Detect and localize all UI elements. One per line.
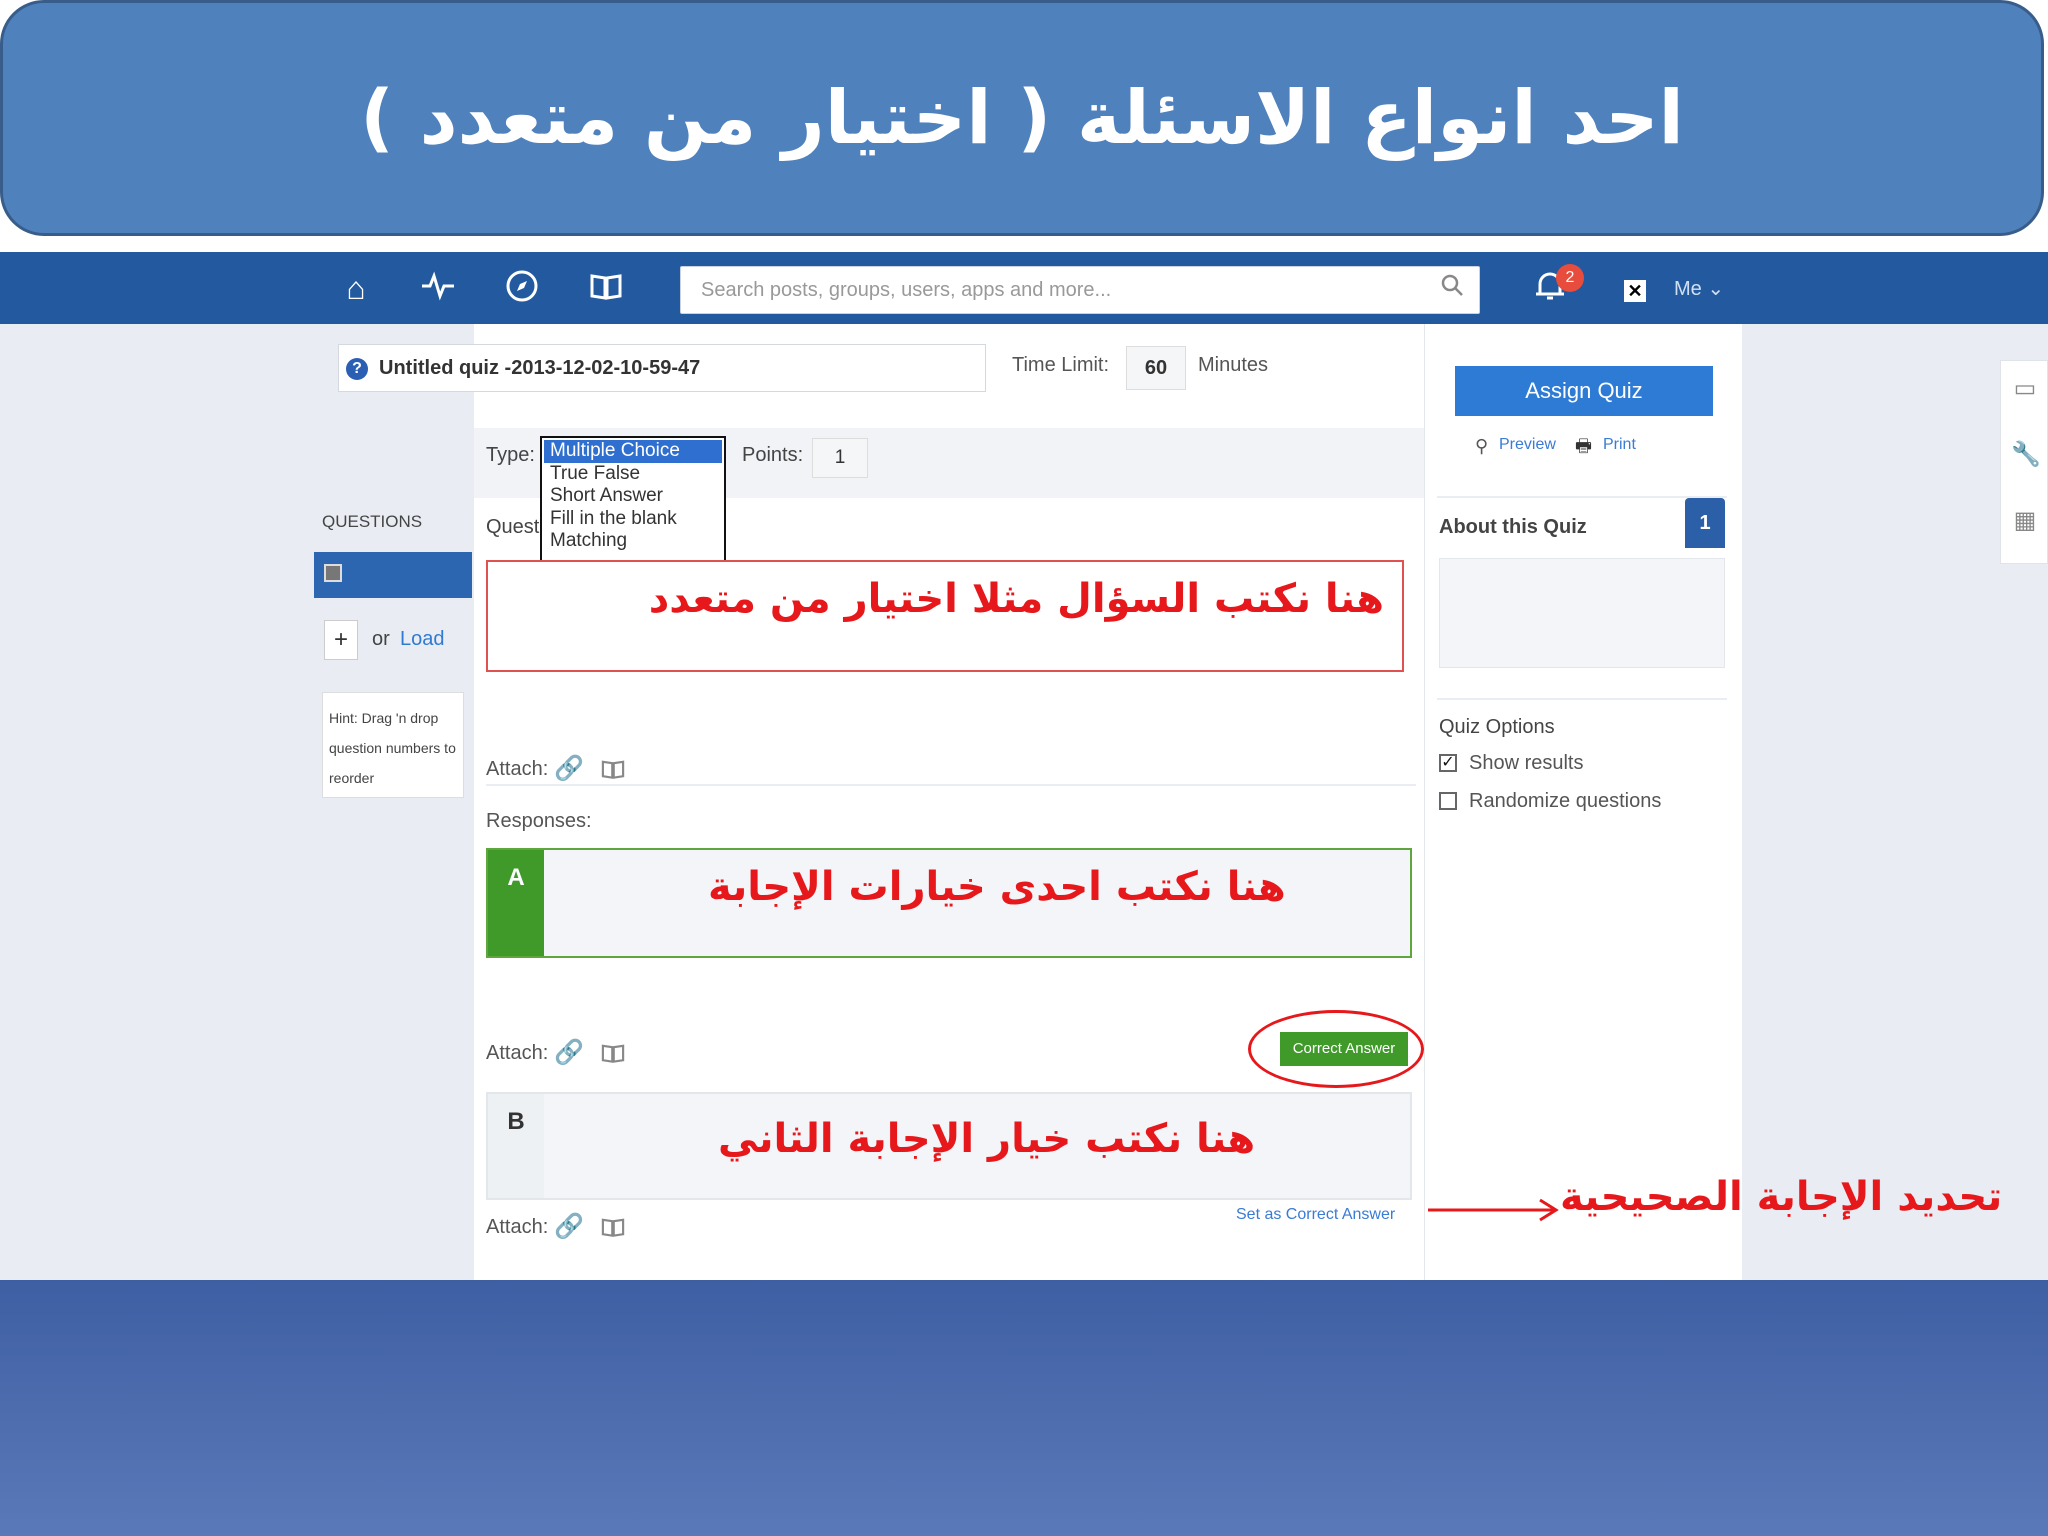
attach-label: Attach: — [486, 1216, 549, 1238]
or-text: or — [372, 628, 390, 650]
divider — [1437, 698, 1727, 700]
show-results-checkbox[interactable]: ✓ — [1439, 754, 1457, 772]
about-quiz-badge: 1 — [1685, 498, 1725, 548]
link-icon[interactable]: 🔗 — [554, 754, 584, 783]
link-icon[interactable]: 🔗 — [554, 1038, 584, 1067]
response-a-annotation: هنا نكتب احدى خيارات الإجابة — [708, 864, 1286, 910]
type-option[interactable]: Short Answer — [550, 485, 716, 508]
store-icon[interactable]: ▭ — [2011, 375, 2039, 403]
reorder-hint: Hint: Drag 'n drop question numbers to r… — [322, 692, 464, 798]
apps-grid-icon[interactable]: ▦ — [2011, 507, 2039, 535]
quiz-title-input[interactable]: Untitled quiz -2013-12-02-10-59-47 — [338, 344, 986, 392]
wrench-icon[interactable]: 🔧 — [2011, 441, 2041, 469]
quiz-options-label: Quiz Options — [1439, 716, 1555, 738]
search-icon[interactable] — [1424, 266, 1480, 314]
activity-icon[interactable] — [418, 268, 458, 308]
me-menu[interactable]: Me ⌄ — [1674, 276, 1724, 301]
top-nav-bar: ⌂ Search posts, groups, users, apps and … — [0, 252, 2048, 324]
add-question-button[interactable]: + — [324, 620, 358, 660]
divider — [486, 784, 1416, 786]
about-quiz-label: About this Quiz — [1439, 516, 1587, 538]
time-limit-label: Time Limit: — [1012, 354, 1110, 376]
response-a-box[interactable]: A هنا نكتب احدى خيارات الإجابة — [486, 848, 1412, 958]
print-link[interactable]: Print — [1603, 436, 1636, 454]
assign-quiz-button[interactable]: Assign Quiz — [1455, 366, 1713, 416]
question-checkbox[interactable] — [324, 564, 342, 582]
response-a-letter: A — [488, 850, 544, 956]
quiz-icon: ? — [346, 358, 368, 380]
question-list-item[interactable] — [314, 552, 472, 598]
preview-link[interactable]: Preview — [1499, 436, 1556, 454]
search-input[interactable]: Search posts, groups, users, apps and mo… — [680, 266, 1480, 314]
show-results-label: Show results — [1469, 752, 1584, 774]
home-icon[interactable]: ⌂ — [336, 268, 376, 308]
link-icon[interactable]: 🔗 — [554, 1212, 584, 1241]
quiz-sidebar: Assign Quiz ⚲ Preview 🖶 Print About this… — [1424, 324, 1742, 1280]
printer-icon: 🖶 — [1575, 436, 1592, 456]
response-b-box[interactable]: B هنا نكتب خيار الإجابة الثاني — [486, 1092, 1412, 1200]
correct-answer-button[interactable]: Correct Answer — [1280, 1032, 1408, 1066]
randomize-checkbox[interactable] — [1439, 792, 1457, 810]
randomize-label: Randomize questions — [1469, 790, 1662, 812]
type-label: Type: — [486, 444, 535, 466]
quiz-editor-screenshot: ⌂ Search posts, groups, users, apps and … — [0, 252, 2048, 1280]
side-toolbar: ▭ 🔧 ▦ — [2000, 360, 2048, 564]
attach-label: Attach: — [486, 758, 549, 780]
set-correct-answer-link[interactable]: Set as Correct Answer — [1236, 1206, 1395, 1224]
type-option[interactable]: True False — [550, 463, 716, 486]
correct-answer-annotation: تحديد الإجابة الصحيحية — [1560, 1174, 2003, 1220]
response-b-letter: B — [488, 1094, 544, 1198]
attach-label: Attach: — [486, 1042, 549, 1064]
book-icon[interactable] — [600, 1214, 626, 1245]
points-label: Points: — [742, 444, 804, 466]
divider — [1437, 496, 1727, 498]
question-editor: Untitled quiz -2013-12-02-10-59-47 ? Tim… — [338, 324, 1424, 1280]
type-option[interactable]: Multiple Choice — [544, 440, 722, 463]
about-quiz-textarea[interactable] — [1439, 558, 1725, 668]
slide-title: احد انواع الاسئلة ( اختيار من متعدد ) — [360, 75, 1684, 161]
time-limit-input[interactable]: 60 — [1126, 346, 1186, 390]
load-link[interactable]: Load — [400, 628, 445, 651]
book-icon[interactable] — [600, 1040, 626, 1071]
responses-label: Responses: — [486, 810, 592, 832]
magnifier-icon: ⚲ — [1475, 436, 1489, 456]
slide-title-banner: احد انواع الاسئلة ( اختيار من متعدد ) — [0, 0, 2044, 236]
notification-count-badge: 2 — [1556, 264, 1584, 292]
questions-heading: QUESTIONS — [322, 512, 423, 531]
points-input[interactable]: 1 — [812, 438, 868, 478]
type-option[interactable]: Matching — [550, 530, 716, 553]
response-b-annotation: هنا نكتب خيار الإجابة الثاني — [718, 1116, 1256, 1162]
book-icon[interactable] — [600, 756, 626, 787]
type-option[interactable]: Fill in the blank — [550, 508, 716, 531]
minutes-label: Minutes — [1198, 354, 1269, 376]
question-text-area[interactable]: هنا نكتب السؤال مثلا اختيار من متعدد — [486, 560, 1404, 672]
question-annotation: هنا نكتب السؤال مثلا اختيار من متعدد — [648, 576, 1384, 622]
close-box-icon[interactable]: ✕ — [1624, 280, 1646, 302]
book-icon[interactable] — [586, 268, 626, 308]
compass-icon[interactable] — [502, 268, 542, 308]
questions-panel: QUESTIONS + or Load Hint: Drag 'n drop q… — [314, 324, 474, 1280]
question-type-dropdown[interactable]: Multiple Choice True False Short Answer … — [540, 436, 726, 570]
question-label: Question: — [486, 516, 542, 538]
annotation-arrow — [1428, 1198, 1559, 1222]
